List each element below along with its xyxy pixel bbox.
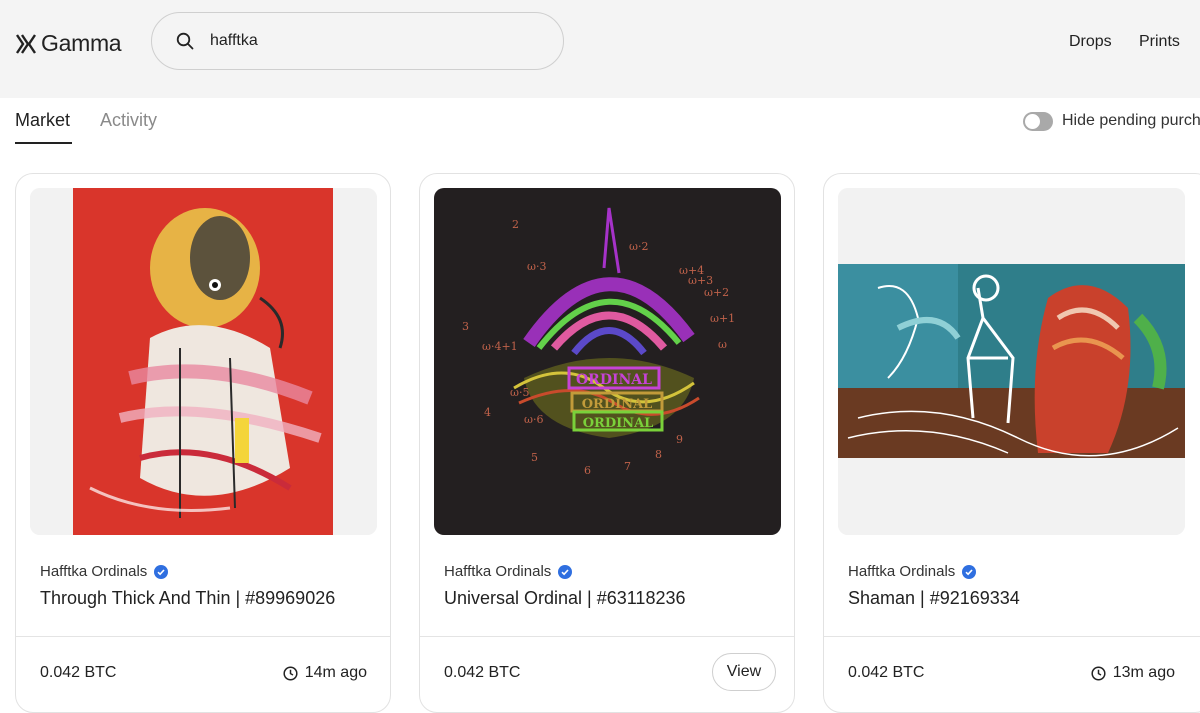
gamma-logo-icon — [16, 33, 36, 54]
tab-market[interactable]: Market — [15, 110, 70, 131]
clock-icon — [283, 665, 298, 681]
omega-label: ω+2 — [704, 286, 729, 299]
item-title[interactable]: Shaman | #92169334 — [848, 588, 1020, 609]
collection-name[interactable]: Hafftka Ordinals — [444, 563, 573, 580]
omega-label: ω·4+1 — [482, 340, 518, 353]
item-price: 0.042 BTC — [40, 664, 117, 681]
time-label: 13m ago — [1112, 664, 1175, 681]
view-button[interactable]: View — [712, 653, 776, 691]
active-tab-indicator — [15, 142, 72, 144]
card-divider — [824, 636, 1200, 637]
omega-label: ω·2 — [629, 240, 648, 253]
brand-name: Gamma — [41, 30, 122, 56]
artwork-thumbnail[interactable] — [838, 188, 1185, 535]
sign-text: ORDINAL — [583, 416, 654, 431]
omega-label: ω — [718, 338, 727, 351]
collection-label: Hafftka Ordinals — [444, 563, 552, 580]
toggle-knob — [1025, 114, 1040, 129]
omega-label: ω·6 — [524, 413, 543, 426]
number-label: 5 — [531, 451, 538, 464]
sign-text: ORDINAL — [582, 397, 653, 412]
card-divider — [16, 636, 390, 637]
top-header: Gamma Drops Prints — [0, 0, 1200, 98]
collection-label: Hafftka Ordinals — [40, 563, 148, 580]
item-price: 0.042 BTC — [444, 664, 521, 681]
number-label: 6 — [584, 464, 591, 477]
nav-prints[interactable]: Prints — [1139, 33, 1180, 51]
verified-badge-icon — [558, 564, 573, 579]
card-divider — [420, 636, 794, 637]
collection-name[interactable]: Hafftka Ordinals — [40, 563, 169, 580]
clock-icon — [1091, 665, 1106, 681]
ordinal-sigil-image: ORDINAL ORDINAL ORDINAL 2 3 4 5 6 7 8 9 … — [434, 188, 781, 535]
search-input[interactable] — [208, 31, 532, 51]
time-label: 14m ago — [304, 664, 367, 681]
verified-badge-icon — [154, 564, 169, 579]
item-price: 0.042 BTC — [848, 664, 925, 681]
item-title[interactable]: Universal Ordinal | #63118236 — [444, 588, 686, 609]
number-label: 7 — [624, 460, 631, 473]
search-icon — [176, 32, 194, 50]
shaman-figures-image — [838, 188, 1185, 535]
gamma-logo[interactable]: Gamma — [15, 30, 122, 57]
sign-text: ORDINAL — [576, 372, 652, 388]
hide-pending-label: Hide pending purch — [1062, 112, 1200, 129]
item-title[interactable]: Through Thick And Thin | #89969026 — [40, 588, 335, 609]
hide-pending-toggle[interactable] — [1023, 112, 1053, 131]
verified-badge-icon — [962, 564, 977, 579]
search-bar[interactable] — [151, 12, 564, 70]
number-label: 4 — [484, 406, 491, 419]
listing-time: 13m ago — [1091, 664, 1175, 682]
listing-time: 14m ago — [283, 664, 367, 682]
artwork-thumbnail[interactable] — [30, 188, 377, 535]
listing-card[interactable]: Hafftka Ordinals Shaman | #92169334 0.04… — [823, 173, 1200, 713]
omega-label: ω+1 — [710, 312, 735, 325]
collection-name[interactable]: Hafftka Ordinals — [848, 563, 977, 580]
artwork-thumbnail[interactable]: ORDINAL ORDINAL ORDINAL 2 3 4 5 6 7 8 9 … — [434, 188, 781, 535]
listing-card[interactable]: ORDINAL ORDINAL ORDINAL 2 3 4 5 6 7 8 9 … — [419, 173, 795, 713]
omega-label: ω·5 — [510, 386, 529, 399]
number-label: 3 — [462, 320, 469, 333]
listing-card[interactable]: Hafftka Ordinals Through Thick And Thin … — [15, 173, 391, 713]
tab-activity[interactable]: Activity — [100, 110, 157, 131]
red-abstract-portrait-image — [30, 188, 377, 535]
omega-label: ω·3 — [527, 260, 546, 273]
collection-label: Hafftka Ordinals — [848, 563, 956, 580]
nav-drops[interactable]: Drops — [1069, 33, 1112, 51]
number-label: 2 — [512, 218, 519, 231]
number-label: 8 — [655, 448, 662, 461]
number-label: 9 — [676, 433, 683, 446]
